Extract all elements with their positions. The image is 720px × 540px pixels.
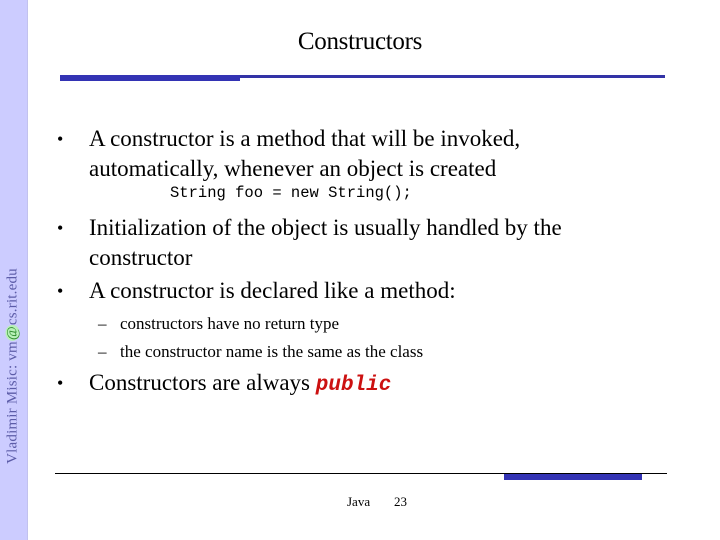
sub-bullet-text: the constructor name is the same as the … [120,342,424,361]
at-icon: @ [4,325,21,342]
sidebar: Vladimir Misic: vm@cs.rit.edu [0,0,28,540]
bullet-marker: • [57,129,64,149]
bullet-marker: • [57,373,64,393]
slide-title: Constructors [297,28,423,55]
footer-course: Java [347,494,371,509]
bullet-text: Constructors are always public [89,370,392,397]
bullet-text: A constructor is a method that will be i… [89,126,521,151]
sub-bullet-marker: – [98,342,107,361]
author-credit-prefix: Vladimir Misic: vm [4,341,21,464]
bullet-text: A constructor is declared like a method: [89,278,456,303]
bullet-text: Initialization of the object is usually … [89,215,562,240]
bullet-text: automatically, whenever an object is cre… [89,156,497,181]
footer-page-number: 23 [394,494,407,509]
title-accent-bar [60,75,240,81]
bullet-text: constructor [89,245,193,270]
bullet-marker: • [57,218,64,238]
author-credit-suffix: cs.rit.edu [4,268,21,326]
code-example: String foo = new String(); [170,184,412,202]
bullet-marker: • [57,281,64,301]
footer-accent-bar [504,474,642,480]
sub-bullet-text: constructors have no return type [120,314,340,333]
author-credit: Vladimir Misic: vm@cs.rit.edu [5,268,22,464]
keyword-public: public [315,374,392,397]
sub-bullet-marker: – [98,314,107,333]
